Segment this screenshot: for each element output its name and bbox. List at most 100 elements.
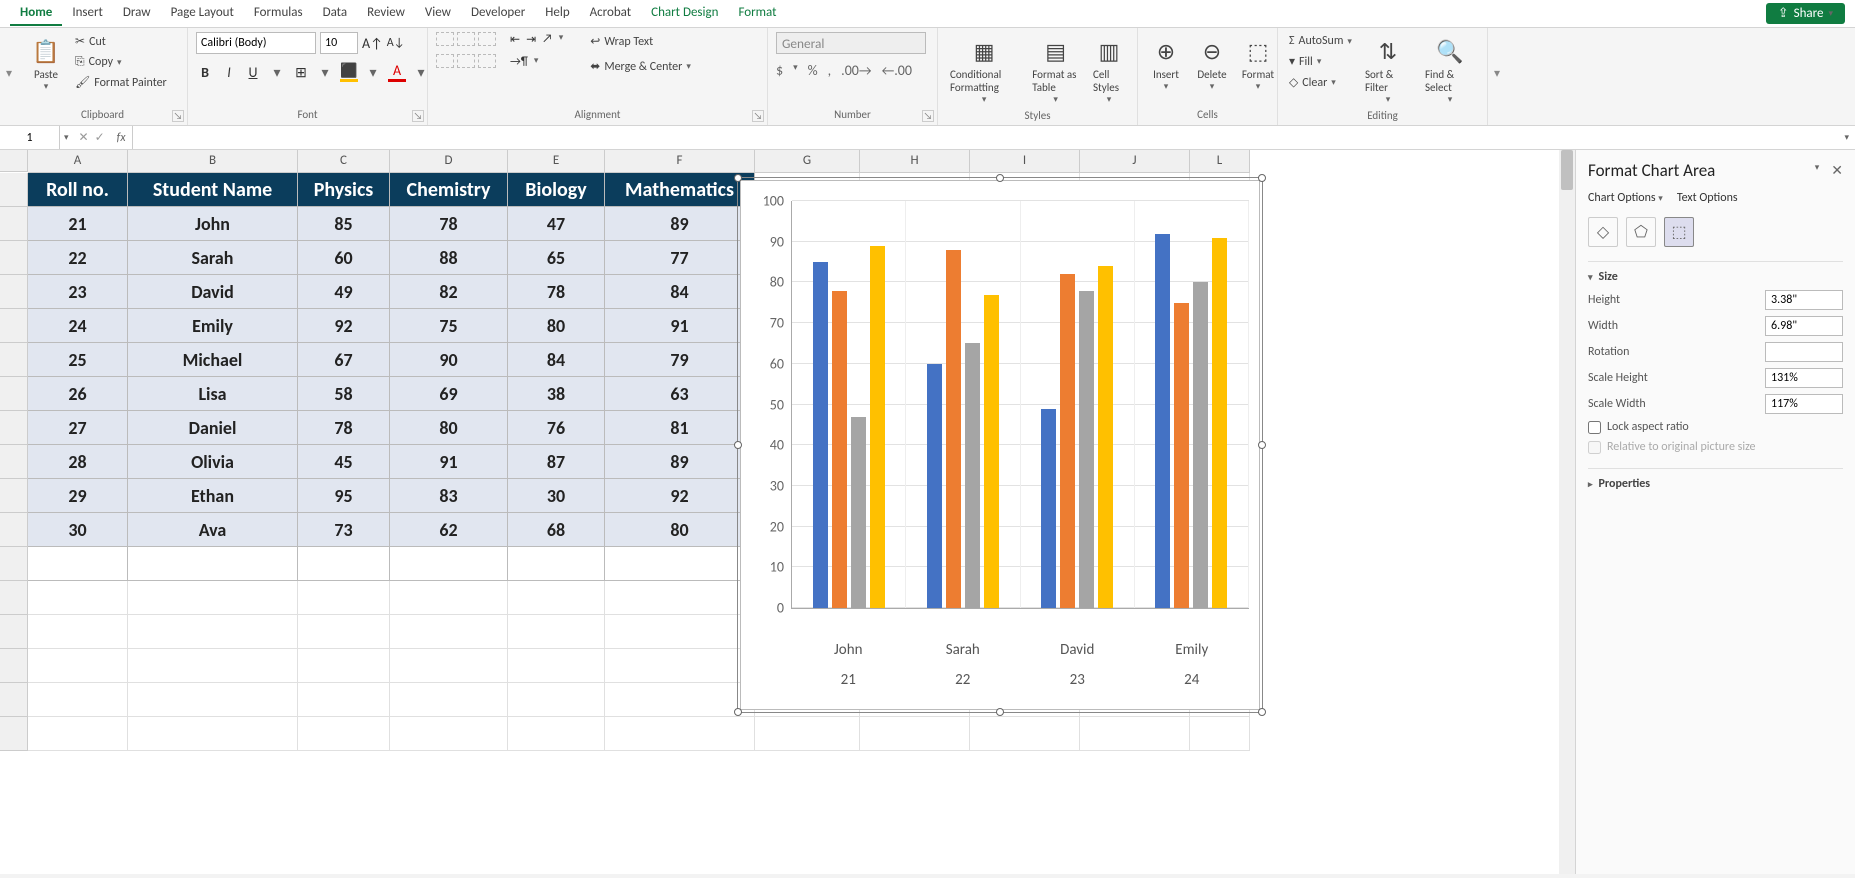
row-header[interactable] xyxy=(0,479,28,513)
autosum-button[interactable]: ΣAutoSum▾ xyxy=(1286,32,1355,50)
increase-decimal-button[interactable]: .00→ xyxy=(841,62,871,79)
data-cell[interactable]: 22 xyxy=(28,241,128,275)
row-header[interactable] xyxy=(0,581,28,615)
row-header[interactable] xyxy=(0,615,28,649)
header-cell[interactable]: Chemistry xyxy=(390,173,508,207)
data-cell[interactable]: 90 xyxy=(390,343,508,377)
header-cell[interactable]: Student Name xyxy=(128,173,298,207)
decrease-decimal-button[interactable]: ←.00 xyxy=(882,62,912,79)
row-header[interactable] xyxy=(0,411,28,445)
data-cell[interactable]: 80 xyxy=(605,513,755,547)
data-cell[interactable]: 75 xyxy=(390,309,508,343)
empty-cell[interactable] xyxy=(298,547,390,581)
data-cell[interactable]: 77 xyxy=(605,241,755,275)
grow-font-button[interactable]: A↑ xyxy=(362,35,383,52)
data-cell[interactable]: 30 xyxy=(28,513,128,547)
insert-cells-button[interactable]: ⊕Insert▾ xyxy=(1146,32,1186,94)
empty-cell[interactable] xyxy=(605,717,755,751)
embedded-chart[interactable]: 0102030405060708090100 JohnSarahDavidEmi… xyxy=(740,180,1260,710)
enter-formula-button[interactable]: ✓ xyxy=(95,130,105,145)
copy-button[interactable]: ⎘Copy▾ xyxy=(72,53,170,71)
row-header[interactable] xyxy=(0,649,28,683)
bar[interactable] xyxy=(1174,303,1189,608)
data-cell[interactable]: 95 xyxy=(298,479,390,513)
bar[interactable] xyxy=(832,291,847,608)
bold-button[interactable]: B xyxy=(196,64,214,81)
empty-cell[interactable] xyxy=(28,547,128,581)
empty-cell[interactable] xyxy=(128,581,298,615)
comma-button[interactable]: , xyxy=(828,62,832,79)
cell-styles-button[interactable]: ▥Cell Styles▾ xyxy=(1089,32,1129,107)
empty-cell[interactable] xyxy=(298,615,390,649)
data-cell[interactable]: Ava xyxy=(128,513,298,547)
data-cell[interactable]: 84 xyxy=(508,343,605,377)
chart-options-tab[interactable]: Chart Options ▾ xyxy=(1588,191,1663,205)
empty-cell[interactable] xyxy=(508,547,605,581)
data-cell[interactable]: 45 xyxy=(298,445,390,479)
data-cell[interactable]: John xyxy=(128,207,298,241)
bar[interactable] xyxy=(1193,282,1208,608)
data-cell[interactable]: 25 xyxy=(28,343,128,377)
data-cell[interactable]: 47 xyxy=(508,207,605,241)
tab-formulas[interactable]: Formulas xyxy=(244,1,313,26)
row-header[interactable] xyxy=(0,241,28,275)
data-cell[interactable]: 73 xyxy=(298,513,390,547)
empty-cell[interactable] xyxy=(28,717,128,751)
data-cell[interactable]: Sarah xyxy=(128,241,298,275)
empty-cell[interactable] xyxy=(508,649,605,683)
empty-cell[interactable] xyxy=(128,683,298,717)
font-launcher[interactable]: ↘ xyxy=(412,110,424,122)
data-cell[interactable]: 85 xyxy=(298,207,390,241)
column-header[interactable]: F xyxy=(605,150,755,173)
data-cell[interactable]: 60 xyxy=(298,241,390,275)
data-cell[interactable]: 84 xyxy=(605,275,755,309)
text-options-tab[interactable]: Text Options xyxy=(1677,191,1738,205)
percent-button[interactable]: % xyxy=(808,62,818,79)
italic-button[interactable]: I xyxy=(220,64,238,81)
cut-button[interactable]: ✂Cut xyxy=(72,32,170,51)
data-cell[interactable]: 30 xyxy=(508,479,605,513)
number-launcher[interactable]: ↘ xyxy=(922,110,934,122)
effects-icon[interactable]: ⬠ xyxy=(1626,217,1656,247)
data-cell[interactable]: 81 xyxy=(605,411,755,445)
empty-cell[interactable] xyxy=(1190,717,1250,751)
column-header[interactable]: D xyxy=(390,150,508,173)
empty-cell[interactable] xyxy=(128,615,298,649)
data-cell[interactable]: 29 xyxy=(28,479,128,513)
format-cells-button[interactable]: ⬚Format▾ xyxy=(1238,32,1278,94)
header-cell[interactable]: Roll no. xyxy=(28,173,128,207)
row-header[interactable] xyxy=(0,683,28,717)
orientation-button[interactable]: ↗ xyxy=(542,32,553,47)
empty-cell[interactable] xyxy=(28,581,128,615)
data-cell[interactable]: Daniel xyxy=(128,411,298,445)
empty-cell[interactable] xyxy=(28,649,128,683)
clear-button[interactable]: ◇Clear▾ xyxy=(1286,73,1355,92)
row-header[interactable] xyxy=(0,343,28,377)
data-cell[interactable]: 89 xyxy=(605,207,755,241)
data-cell[interactable]: 79 xyxy=(605,343,755,377)
sort-filter-button[interactable]: ⇅Sort & Filter▾ xyxy=(1361,32,1415,107)
empty-cell[interactable] xyxy=(390,615,508,649)
data-cell[interactable]: 78 xyxy=(390,207,508,241)
share-button[interactable]: ⇪Share▾ xyxy=(1766,3,1845,24)
border-button[interactable]: ⊞ xyxy=(292,64,310,81)
empty-cell[interactable] xyxy=(298,581,390,615)
font-size-select[interactable] xyxy=(320,32,358,54)
column-header[interactable]: B xyxy=(128,150,298,173)
empty-cell[interactable] xyxy=(28,615,128,649)
size-properties-icon[interactable]: ⬚ xyxy=(1664,217,1694,247)
tab-help[interactable]: Help xyxy=(535,1,579,26)
data-cell[interactable]: 68 xyxy=(508,513,605,547)
data-cell[interactable]: 76 xyxy=(508,411,605,445)
data-cell[interactable]: 88 xyxy=(390,241,508,275)
data-cell[interactable]: Michael xyxy=(128,343,298,377)
empty-cell[interactable] xyxy=(605,547,755,581)
size-section-header[interactable]: ▾Size xyxy=(1588,270,1843,284)
spreadsheet-grid[interactable]: ABCDEFGHIJL Roll no.Student NamePhysicsC… xyxy=(0,150,1575,874)
row-header[interactable] xyxy=(0,173,28,207)
column-header[interactable]: G xyxy=(755,150,860,173)
bar[interactable] xyxy=(927,364,942,608)
bar[interactable] xyxy=(1212,238,1227,608)
accounting-button[interactable]: $ xyxy=(776,62,783,79)
empty-cell[interactable] xyxy=(298,649,390,683)
